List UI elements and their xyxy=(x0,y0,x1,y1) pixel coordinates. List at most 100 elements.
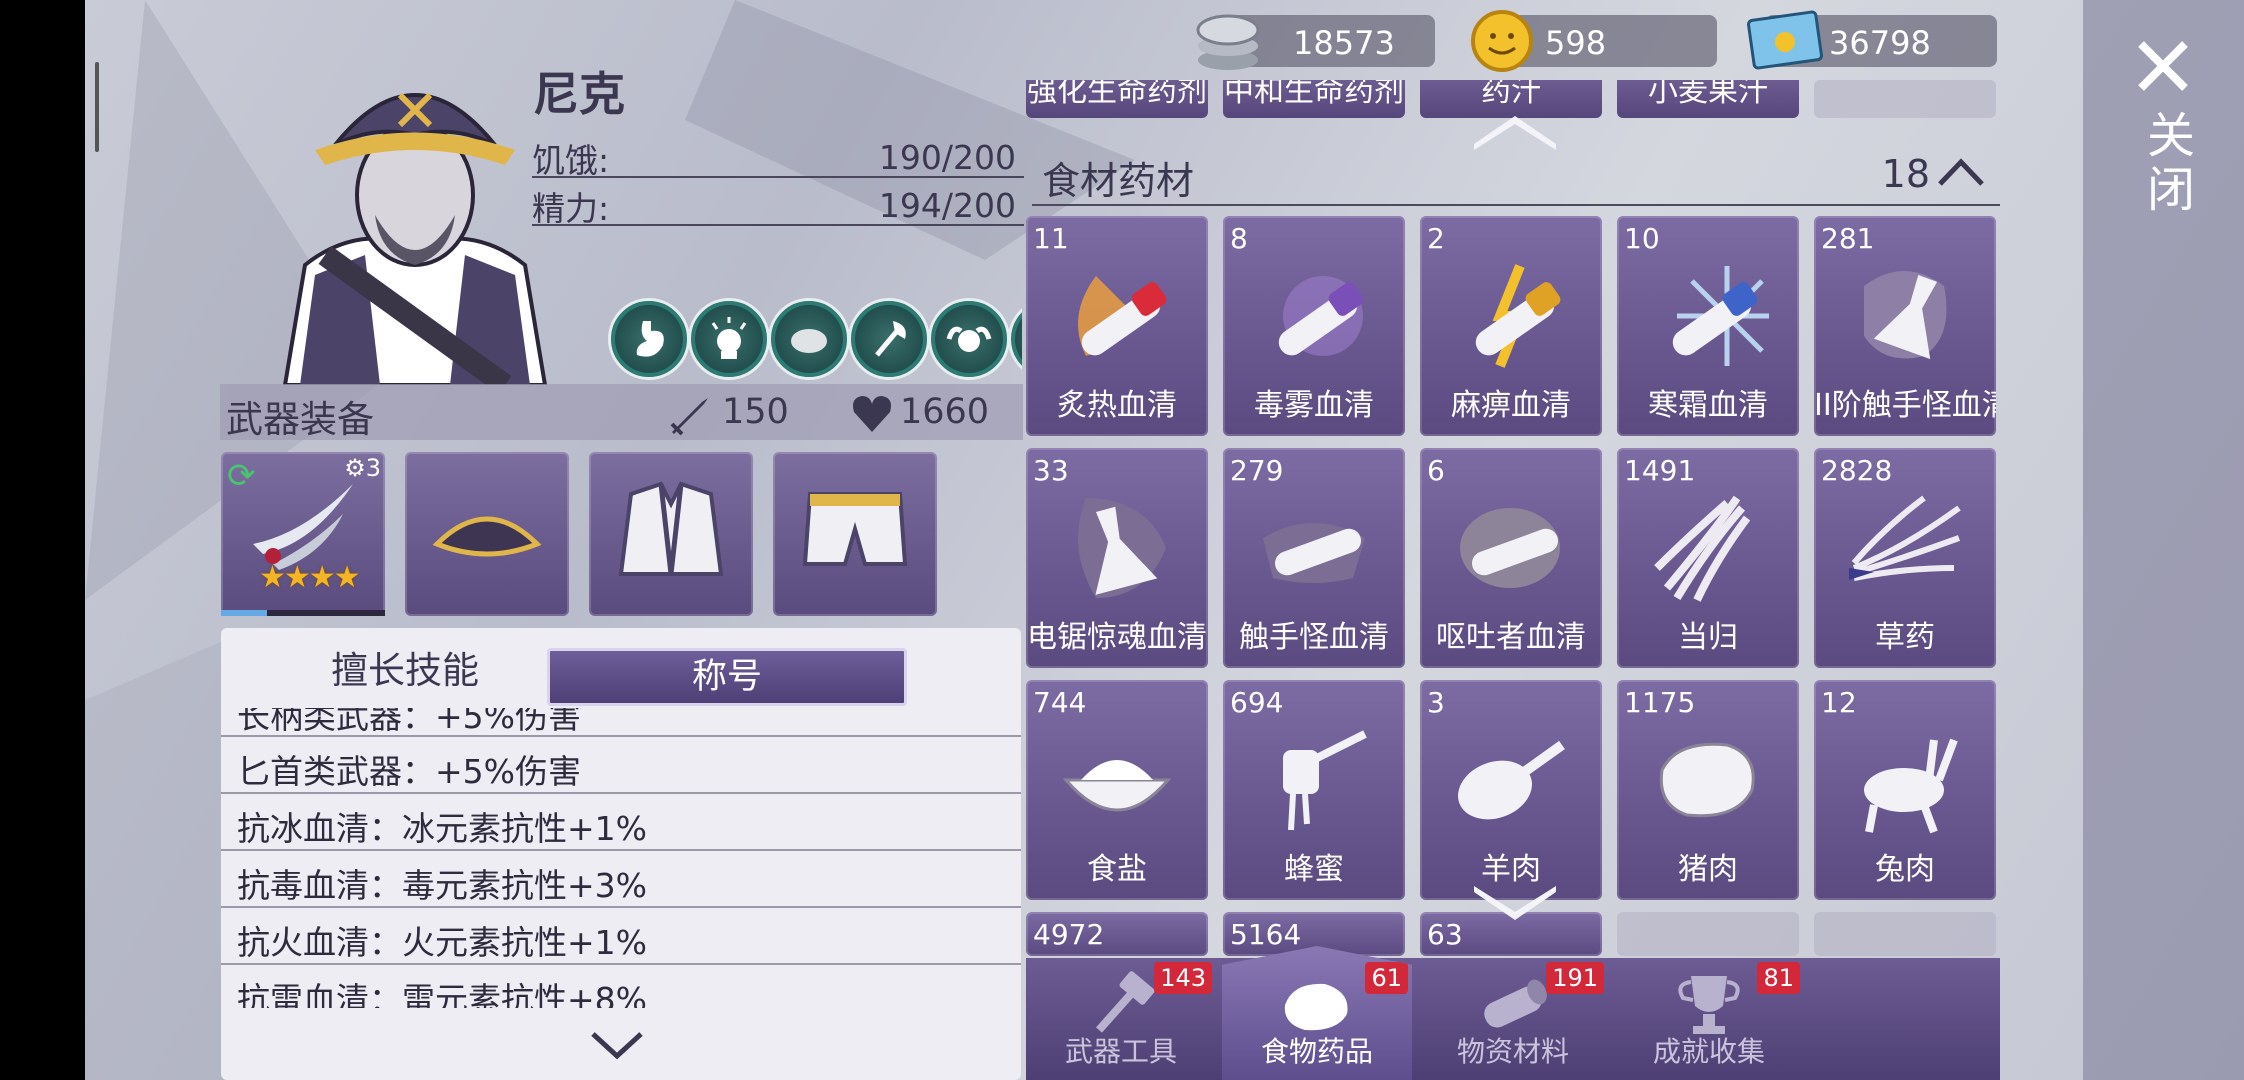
ticket-amount: 36798 xyxy=(1829,24,1931,62)
hunger-label: 饥饿: xyxy=(532,141,610,180)
weapon-progress xyxy=(221,610,385,616)
item-count: 6 xyxy=(1427,454,1445,487)
coat-slot[interactable] xyxy=(589,452,753,616)
scroll-up-chevron-icon[interactable] xyxy=(1470,110,1560,150)
energy-label: 精力: xyxy=(532,189,610,228)
list-item[interactable]: 中和生命药剂 xyxy=(1223,80,1405,118)
item-card[interactable]: 744 食盐 xyxy=(1026,680,1208,900)
flask-icon xyxy=(1078,498,1166,598)
muscle-skill-icon[interactable] xyxy=(928,298,1010,380)
equipment-title: 武器装备 xyxy=(226,398,374,441)
item-card[interactable]: 279 触手怪血清 xyxy=(1223,448,1405,668)
attack-value: 150 xyxy=(722,392,789,432)
item-name: 炙热血清 xyxy=(1057,388,1177,423)
tab-label: 成就收集 xyxy=(1652,1035,1765,1068)
section-title: 食材药材 xyxy=(1042,159,1195,203)
rabbit-icon xyxy=(1864,738,1958,834)
item-count: 12 xyxy=(1821,686,1857,719)
item-name: 毒雾血清 xyxy=(1254,388,1374,423)
herb-icon xyxy=(1849,495,1961,581)
axe-skill-icon[interactable] xyxy=(848,298,930,380)
skull-sparkle-skill-icon[interactable] xyxy=(688,298,770,380)
bottom-nav: 143 武器工具 61 食物药品 191 物资材料 81 成就收集 xyxy=(1026,946,2000,1080)
scroll-down-chevron-icon[interactable] xyxy=(589,1028,645,1062)
section-header[interactable]: 食材药材 18 xyxy=(1032,146,2000,206)
item-card[interactable]: 1175 猪肉 xyxy=(1617,680,1799,900)
tab-skills[interactable]: 擅长技能 xyxy=(331,640,479,694)
item-name: 触手怪血清 xyxy=(1239,620,1389,655)
item-card[interactable]: 4972 xyxy=(1026,912,1208,956)
item-count: 281 xyxy=(1821,222,1875,255)
tab-achievements[interactable]: 81 成就收集 xyxy=(1614,958,1804,1080)
close-button-label[interactable]: 关闭 xyxy=(2131,110,2201,218)
skill-line: 抗冰血清：冰元素抗性+1% xyxy=(221,792,1021,849)
hat-slot[interactable] xyxy=(405,452,569,616)
tab-food-medicine[interactable]: 61 食物药品 xyxy=(1222,946,1412,1080)
item-name: 呕吐者血清 xyxy=(1436,620,1586,655)
stomach-skill-icon[interactable] xyxy=(608,298,690,380)
tab-weapons-tools[interactable]: 143 武器工具 xyxy=(1026,958,1216,1080)
tab-supplies-materials[interactable]: 191 物资材料 xyxy=(1418,958,1608,1080)
item-card[interactable]: 10 寒霜血清 xyxy=(1617,216,1799,436)
item-count: 1175 xyxy=(1624,686,1696,719)
item-card[interactable]: 281 II阶触手怪血清 xyxy=(1814,216,1996,436)
pants-icon xyxy=(802,492,908,566)
tab-label: 武器工具 xyxy=(1064,1035,1177,1068)
energy-stat: 精力: 194/200 xyxy=(532,178,1024,228)
health-value: 1660 xyxy=(900,392,990,432)
skill-line: 抗毒血清：毒元素抗性+3% xyxy=(221,849,1021,906)
blue-serum-icon xyxy=(1672,266,1769,366)
scroll-down-chevron-icon[interactable] xyxy=(1470,886,1560,926)
item-name: 羊肉 xyxy=(1481,852,1541,887)
character-name: 尼克 xyxy=(533,67,625,121)
item-card[interactable]: 6 呕吐者血清 xyxy=(1420,448,1602,668)
skill-list[interactable]: 长柄类武器：+5%伤害 匕首类武器：+5%伤害 抗冰血清：冰元素抗性+1% 抗毒… xyxy=(221,708,1021,1008)
mutton-leg-icon xyxy=(1458,740,1565,820)
collapse-chevron-icon[interactable] xyxy=(1936,154,1986,190)
item-count: 63 xyxy=(1427,918,1463,951)
pants-slot[interactable] xyxy=(773,452,937,616)
item-card[interactable]: 1491 当归 xyxy=(1617,448,1799,668)
skill-line: 抗雷血清：雷元素抗性+8% xyxy=(221,963,1021,1008)
item-card[interactable]: 33 电锯惊魂血清 xyxy=(1026,448,1208,668)
item-card[interactable]: 2828 草药 xyxy=(1814,448,1996,668)
red-serum-icon xyxy=(1078,276,1167,356)
stone-skill-icon[interactable] xyxy=(768,298,850,380)
tab-badge: 81 xyxy=(1757,962,1800,994)
item-name: 麻痹血清 xyxy=(1451,388,1571,423)
flask-icon xyxy=(1864,271,1947,360)
list-item[interactable]: 强化生命药剂 xyxy=(1026,80,1208,118)
item-name: 猪肉 xyxy=(1678,852,1738,887)
item-count: 11 xyxy=(1033,222,1069,255)
vial-icon xyxy=(1263,523,1365,583)
item-name: 寒霜血清 xyxy=(1648,388,1768,423)
item-count: 33 xyxy=(1033,454,1069,487)
skills-panel: 擅长技能 称号 长柄类武器：+5%伤害 匕首类武器：+5%伤害 抗冰血清：冰元素… xyxy=(221,628,1021,1080)
tab-label: 物资材料 xyxy=(1456,1035,1569,1068)
item-card[interactable]: 3 羊肉 xyxy=(1420,680,1602,900)
item-card[interactable]: 8 毒雾血清 xyxy=(1223,216,1405,436)
extra-skill-icon[interactable] xyxy=(1008,298,1022,380)
item-count: 4972 xyxy=(1033,918,1105,951)
tricorn-hat-icon xyxy=(432,516,542,557)
item-card[interactable]: 11 炙热血清 xyxy=(1026,216,1208,436)
honey-dipper-icon xyxy=(1283,730,1367,831)
close-icon[interactable] xyxy=(2135,38,2191,94)
item-count: 10 xyxy=(1624,222,1660,255)
item-name: 当归 xyxy=(1678,620,1738,655)
hunger-stat: 饥饿: 190/200 xyxy=(532,130,1024,180)
item-card[interactable]: 694 蜂蜜 xyxy=(1223,680,1405,900)
item-count: 694 xyxy=(1230,686,1284,719)
item-card[interactable]: 12 兔肉 xyxy=(1814,680,1996,900)
item-card[interactable]: 2 麻痹血清 xyxy=(1420,216,1602,436)
section-count: 18 xyxy=(1881,152,1930,196)
sword-icon xyxy=(670,398,708,436)
list-item[interactable]: 小麦果汁 xyxy=(1617,80,1799,118)
item-name: II阶触手怪血清 xyxy=(1814,388,1996,423)
energy-value: 194/200 xyxy=(878,186,1016,225)
tab-badge: 61 xyxy=(1365,962,1408,994)
coat-icon xyxy=(618,481,724,576)
weapon-slot[interactable]: ⟳ ⚙3 ★★★★ xyxy=(221,452,385,616)
tab-titles[interactable]: 称号 xyxy=(547,648,907,706)
vial-icon xyxy=(1460,508,1560,588)
